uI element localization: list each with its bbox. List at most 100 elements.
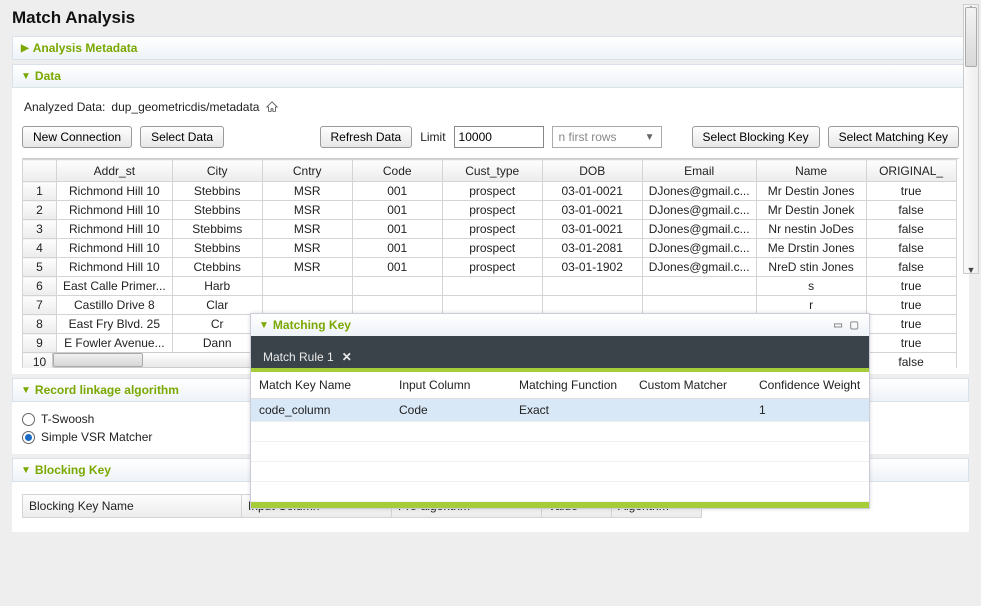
data-cell[interactable]: MSR bbox=[262, 239, 352, 258]
data-cell[interactable] bbox=[642, 277, 756, 296]
data-cell[interactable]: DJones@gmail.c... bbox=[642, 220, 756, 239]
data-cell[interactable]: Mr Destin Jones bbox=[756, 182, 866, 201]
table-row[interactable]: 6East Calle Primer...Harb strue bbox=[23, 277, 957, 296]
horizontal-scrollbar[interactable] bbox=[52, 352, 252, 368]
table-row[interactable]: 3Richmond Hill 10StebbimsMSR001prospect0… bbox=[23, 220, 957, 239]
data-cell[interactable]: DJones@gmail.c... bbox=[642, 239, 756, 258]
analysis-metadata-header[interactable]: ▶ Analysis Metadata bbox=[12, 36, 969, 60]
data-cell[interactable]: DJones@gmail.c... bbox=[642, 201, 756, 220]
data-cell[interactable]: Stebbins bbox=[172, 201, 262, 220]
data-cell[interactable]: prospect bbox=[442, 239, 542, 258]
col-cntry[interactable]: Cntry bbox=[262, 160, 352, 182]
data-cell[interactable]: 001 bbox=[352, 239, 442, 258]
data-cell[interactable] bbox=[442, 277, 542, 296]
limit-input[interactable] bbox=[454, 126, 544, 148]
col-city[interactable]: City bbox=[172, 160, 262, 182]
rownum-cell[interactable]: 9 bbox=[23, 334, 57, 353]
data-cell[interactable]: MSR bbox=[262, 201, 352, 220]
matching-key-row[interactable]: code_column Code Exact 1 bbox=[251, 399, 869, 422]
data-cell[interactable]: Stebbins bbox=[172, 182, 262, 201]
n-first-rows-select[interactable]: n first rows ▼ bbox=[552, 126, 662, 148]
data-cell[interactable]: E Fowler Avenue... bbox=[57, 334, 173, 353]
home-icon[interactable] bbox=[265, 101, 279, 113]
data-cell[interactable] bbox=[262, 277, 352, 296]
data-cell[interactable]: Castillo Drive 8 bbox=[57, 296, 173, 315]
data-cell[interactable]: false bbox=[866, 239, 956, 258]
data-cell[interactable]: true bbox=[866, 315, 956, 334]
data-cell[interactable]: 001 bbox=[352, 182, 442, 201]
data-cell[interactable]: Harb bbox=[172, 277, 262, 296]
rownum-cell[interactable]: 6 bbox=[23, 277, 57, 296]
data-cell[interactable]: false bbox=[866, 353, 956, 369]
col-orig[interactable]: ORIGINAL_ bbox=[866, 160, 956, 182]
mk-cell-matcher[interactable] bbox=[631, 399, 751, 422]
data-cell[interactable]: false bbox=[866, 220, 956, 239]
data-cell[interactable]: s bbox=[756, 277, 866, 296]
data-cell[interactable]: 03-01-0021 bbox=[542, 201, 642, 220]
scrollbar-thumb[interactable] bbox=[53, 353, 143, 367]
data-cell[interactable]: 03-01-1902 bbox=[542, 258, 642, 277]
data-cell[interactable]: Richmond Hill 10 bbox=[57, 258, 173, 277]
matching-key-table[interactable]: Match Key Name Input Column Matching Fun… bbox=[251, 372, 869, 502]
mk-cell-weight[interactable]: 1 bbox=[751, 399, 869, 422]
data-cell[interactable]: 03-01-0021 bbox=[542, 182, 642, 201]
data-cell[interactable]: false bbox=[866, 201, 956, 220]
data-cell[interactable] bbox=[262, 296, 352, 315]
data-cell[interactable]: Dann bbox=[172, 334, 262, 353]
rownum-cell[interactable]: 5 bbox=[23, 258, 57, 277]
col-email[interactable]: Email bbox=[642, 160, 756, 182]
data-cell[interactable]: true bbox=[866, 277, 956, 296]
data-cell[interactable]: true bbox=[866, 182, 956, 201]
col-code[interactable]: Code bbox=[352, 160, 442, 182]
data-cell[interactable]: 001 bbox=[352, 220, 442, 239]
rownum-header[interactable] bbox=[23, 160, 57, 182]
data-cell[interactable]: 001 bbox=[352, 201, 442, 220]
panel-window-buttons[interactable]: ▭ ▢ bbox=[833, 320, 861, 331]
mk-col-input[interactable]: Input Column bbox=[391, 372, 511, 399]
rownum-cell[interactable]: 8 bbox=[23, 315, 57, 334]
rownum-cell[interactable]: 7 bbox=[23, 296, 57, 315]
data-cell[interactable]: East Calle Primer... bbox=[57, 277, 173, 296]
refresh-data-button[interactable]: Refresh Data bbox=[320, 126, 413, 148]
data-cell[interactable]: Clar bbox=[172, 296, 262, 315]
data-cell[interactable]: Ctebbins bbox=[172, 258, 262, 277]
data-cell[interactable]: 001 bbox=[352, 258, 442, 277]
select-matching-key-button[interactable]: Select Matching Key bbox=[828, 126, 959, 148]
data-cell[interactable]: Richmond Hill 10 bbox=[57, 220, 173, 239]
data-cell[interactable] bbox=[352, 277, 442, 296]
data-cell[interactable]: prospect bbox=[442, 182, 542, 201]
data-cell[interactable]: MSR bbox=[262, 220, 352, 239]
data-cell[interactable]: prospect bbox=[442, 220, 542, 239]
data-header[interactable]: ▼ Data bbox=[12, 64, 969, 88]
data-cell[interactable]: false bbox=[866, 258, 956, 277]
col-addr[interactable]: Addr_st bbox=[57, 160, 173, 182]
rownum-cell[interactable]: 1 bbox=[23, 182, 57, 201]
rownum-cell[interactable]: 2 bbox=[23, 201, 57, 220]
mk-cell-input[interactable]: Code bbox=[391, 399, 511, 422]
data-cell[interactable]: DJones@gmail.c... bbox=[642, 258, 756, 277]
data-cell[interactable] bbox=[642, 296, 756, 315]
data-cell[interactable]: DJones@gmail.c... bbox=[642, 182, 756, 201]
mk-col-key[interactable]: Match Key Name bbox=[251, 372, 391, 399]
data-cell[interactable]: true bbox=[866, 296, 956, 315]
bk-col-name[interactable]: Blocking Key Name bbox=[22, 494, 242, 518]
data-cell[interactable]: true bbox=[866, 334, 956, 353]
mk-cell-key[interactable]: code_column bbox=[251, 399, 391, 422]
table-row[interactable]: 7Castillo Drive 8Clar rtrue bbox=[23, 296, 957, 315]
data-cell[interactable]: r bbox=[756, 296, 866, 315]
data-cell[interactable]: Richmond Hill 10 bbox=[57, 201, 173, 220]
data-cell[interactable]: Cr bbox=[172, 315, 262, 334]
data-cell[interactable]: 03-01-2081 bbox=[542, 239, 642, 258]
col-cust[interactable]: Cust_type bbox=[442, 160, 542, 182]
mk-col-weight[interactable]: Confidence Weight bbox=[751, 372, 869, 399]
data-cell[interactable]: Me Drstin Jones bbox=[756, 239, 866, 258]
mk-cell-func[interactable]: Exact bbox=[511, 399, 631, 422]
table-row[interactable]: 4Richmond Hill 10StebbinsMSR001prospect0… bbox=[23, 239, 957, 258]
col-dob[interactable]: DOB bbox=[542, 160, 642, 182]
data-cell[interactable] bbox=[442, 296, 542, 315]
data-cell[interactable] bbox=[352, 296, 442, 315]
table-row[interactable]: 1Richmond Hill 10StebbinsMSR001prospect0… bbox=[23, 182, 957, 201]
mk-col-func[interactable]: Matching Function bbox=[511, 372, 631, 399]
table-row[interactable]: 5Richmond Hill 10CtebbinsMSR001prospect0… bbox=[23, 258, 957, 277]
new-connection-button[interactable]: New Connection bbox=[22, 126, 132, 148]
